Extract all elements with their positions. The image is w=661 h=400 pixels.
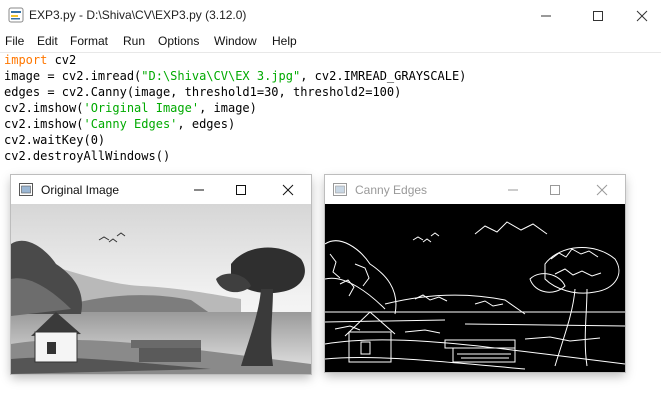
- close-icon: [596, 184, 608, 195]
- code-line: cv2.destroyAllWindows(): [4, 149, 171, 163]
- minimize-button[interactable]: [523, 0, 569, 31]
- window-title: EXP3.py - D:\Shiva\CV\EXP3.py (3.12.0): [29, 8, 247, 22]
- menu-edit[interactable]: Edit: [37, 34, 58, 48]
- minimize-icon: [508, 189, 518, 190]
- title-bar: EXP3.py - D:\Shiva\CV\EXP3.py (3.12.0): [0, 0, 661, 31]
- canny-minimize-button[interactable]: [490, 175, 536, 204]
- close-button[interactable]: [619, 0, 661, 31]
- canny-close-button[interactable]: [579, 175, 625, 204]
- canny-window-titlebar[interactable]: Canny Edges: [325, 175, 625, 204]
- original-window-title: Original Image: [41, 183, 120, 197]
- original-window-titlebar[interactable]: Original Image: [11, 175, 311, 204]
- maximize-button[interactable]: [575, 0, 621, 31]
- maximize-icon: [550, 184, 560, 195]
- image-window-icon: [333, 183, 347, 196]
- menu-file[interactable]: File: [5, 34, 24, 48]
- python-idle-icon: [8, 7, 24, 23]
- code-line: import cv2: [4, 53, 77, 67]
- code-line: image = cv2.imread("D:\Shiva\CV\EX 3.jpg…: [4, 69, 467, 83]
- menu-help[interactable]: Help: [272, 34, 297, 48]
- image-window-icon: [19, 183, 33, 196]
- menu-options[interactable]: Options: [158, 34, 199, 48]
- original-maximize-button[interactable]: [218, 175, 264, 204]
- menu-format[interactable]: Format: [70, 34, 108, 48]
- maximize-icon: [593, 10, 603, 21]
- maximize-icon: [236, 184, 246, 195]
- code-line: cv2.imshow('Original Image', image): [4, 101, 257, 115]
- close-icon: [636, 10, 648, 21]
- code-line: cv2.waitKey(0): [4, 133, 106, 147]
- canny-edges-window[interactable]: Canny Edges: [325, 175, 625, 372]
- minimize-icon: [194, 189, 204, 190]
- code-line: edges = cv2.Canny(image, threshold1=30, …: [4, 85, 402, 99]
- close-icon: [282, 184, 294, 195]
- code-line: cv2.imshow('Canny Edges', edges): [4, 117, 236, 131]
- canny-edges-image: [325, 204, 625, 372]
- menu-window[interactable]: Window: [214, 34, 257, 48]
- original-image-window[interactable]: Original Image: [11, 175, 311, 374]
- menu-bar: File Edit Format Run Options Window Help: [0, 31, 661, 53]
- canny-maximize-button[interactable]: [532, 175, 578, 204]
- original-close-button[interactable]: [265, 175, 311, 204]
- minimize-icon: [541, 15, 551, 16]
- menu-run[interactable]: Run: [123, 34, 145, 48]
- canny-window-title: Canny Edges: [355, 183, 428, 197]
- original-minimize-button[interactable]: [176, 175, 222, 204]
- original-image: [11, 204, 311, 374]
